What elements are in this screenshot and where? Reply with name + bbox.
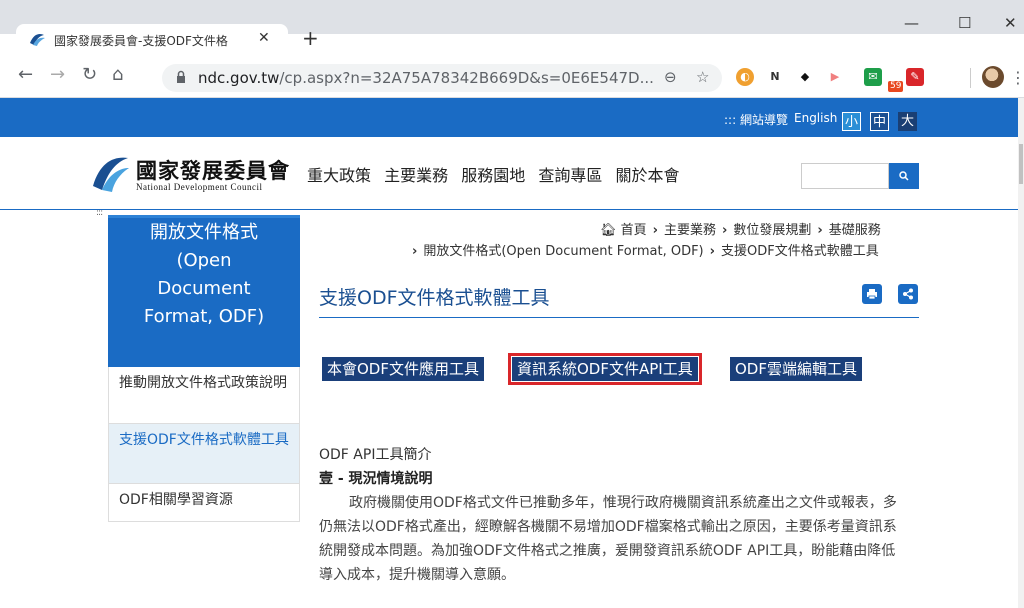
breadcrumb-current[interactable]: 支援ODF文件格式軟體工具: [721, 244, 879, 259]
sidebar-heading-line: Format, ODF): [143, 306, 265, 327]
logo-chinese-name[interactable]: 國家發展委員會: [136, 155, 290, 185]
sidebar-heading-line: Document: [157, 278, 251, 299]
print-button[interactable]: [862, 284, 882, 304]
sidebar-accesskey[interactable]: :::: [96, 208, 103, 218]
body-paragraph: 政府機關使用ODF格式文件已推動多年，惟現行政府機關資訊系統產出之文件或報表，多…: [319, 495, 897, 583]
home-icon: 🏠︎: [600, 223, 617, 238]
print-icon: [867, 289, 877, 300]
extension-badge: 59: [888, 81, 904, 92]
font-size-small-button[interactable]: 小: [842, 112, 861, 131]
extension-1-icon[interactable]: ◐: [736, 68, 754, 86]
breadcrumb-separator: ›: [817, 223, 823, 238]
nav-item-business[interactable]: 主要業務: [384, 166, 448, 185]
site-search-input[interactable]: [801, 163, 889, 189]
new-tab-icon[interactable]: +: [302, 26, 319, 50]
reload-icon[interactable]: ↻: [82, 64, 97, 85]
extension-6-icon[interactable]: ✎: [906, 68, 924, 86]
sidebar-heading: 開放文件格式 (Open Document Format, ODF): [108, 215, 300, 367]
section-title: ODF API工具簡介: [319, 447, 432, 463]
back-icon[interactable]: ←: [18, 64, 33, 85]
breadcrumb-line2: › 開放文件格式(Open Document Format, ODF) › 支援ODF…: [412, 240, 879, 259]
share-button[interactable]: [898, 284, 918, 304]
url-text[interactable]: ndc.gov.tw/cp.aspx?n=32A75A78342B669D&s=…: [198, 69, 654, 87]
breadcrumb-odf[interactable]: 開放文件格式(Open Document Format, ODF): [423, 244, 703, 259]
breadcrumb-separator: ›: [652, 223, 659, 238]
extension-5-icon[interactable]: ✉: [864, 68, 882, 86]
url-host: ndc.gov.tw: [198, 69, 280, 87]
breadcrumb-home[interactable]: 首頁: [621, 223, 647, 238]
font-size-medium-button[interactable]: 中: [870, 112, 889, 131]
home-icon[interactable]: ⌂: [112, 64, 123, 85]
window-close-icon[interactable]: ✕: [1004, 14, 1017, 32]
minimize-icon[interactable]: —: [904, 14, 919, 32]
sidebar-heading-line: (Open: [176, 250, 232, 271]
bookmark-star-icon[interactable]: ☆: [696, 68, 709, 86]
scrollbar-thumb[interactable]: [1019, 144, 1023, 184]
breadcrumb-separator: ›: [722, 223, 728, 238]
nav-item-policy[interactable]: 重大政策: [307, 166, 371, 185]
menu-kebab-icon[interactable]: ⋮: [1010, 68, 1024, 87]
ndc-favicon-icon: [30, 33, 45, 46]
search-icon: [899, 171, 909, 181]
page-title: 支援ODF文件格式軟體工具: [319, 287, 550, 309]
ndc-logo-icon[interactable]: [90, 152, 130, 194]
tab-title: 國家發展委員會-支援ODF文件格: [54, 34, 228, 48]
share-icon: [903, 288, 913, 300]
sidebar-item-learning[interactable]: ODF相關學習資源: [108, 484, 300, 522]
extension-7-icon[interactable]: [936, 68, 954, 86]
breadcrumb-basic[interactable]: 基礎服務: [829, 223, 881, 238]
main-navigation: 重大政策 主要業務 服務園地 查詢專區 關於本會: [307, 162, 687, 186]
nav-item-query[interactable]: 查詢專區: [538, 166, 602, 185]
forward-icon[interactable]: →: [50, 64, 65, 85]
english-link[interactable]: English: [794, 111, 837, 125]
sitemap-link[interactable]: ::: 網站導覽: [724, 111, 788, 128]
title-underline: [319, 317, 919, 318]
extension-2-icon[interactable]: N: [766, 68, 784, 86]
font-size-large-button[interactable]: 大: [898, 112, 917, 131]
top-utility-bar: [0, 98, 1018, 137]
breadcrumb: 🏠︎ 首頁 › 主要業務 › 數位發展規劃 › 基礎服務: [600, 219, 881, 238]
extension-4-icon[interactable]: ▶: [826, 68, 844, 86]
tab-odf-api-tools[interactable]: 資訊系統ODF文件API工具: [508, 353, 702, 385]
maximize-icon[interactable]: ☐: [958, 14, 971, 32]
section-subtitle: 壹 - 現況情境說明: [319, 471, 433, 487]
sidebar-heading-line: 開放文件格式: [150, 222, 258, 243]
sidebar-heading-accent: [108, 215, 300, 218]
header-divider: [0, 209, 1018, 210]
url-path: /cp.aspx?n=32A75A78342B669D&s=0E6E547D..…: [279, 69, 654, 87]
tab-ndc-odf-tools[interactable]: 本會ODF文件應用工具: [322, 357, 484, 381]
toolbar-separator: [970, 68, 971, 88]
logo-english-name: National Development Council: [136, 182, 263, 192]
nav-item-services[interactable]: 服務園地: [461, 166, 525, 185]
extension-3-icon[interactable]: ◆: [796, 68, 814, 86]
nav-item-about[interactable]: 關於本會: [615, 166, 679, 185]
sidebar-item-software-tools[interactable]: 支援ODF文件格式軟體工具: [108, 424, 300, 484]
tab-close-icon[interactable]: ✕: [258, 30, 270, 46]
breadcrumb-digital[interactable]: 數位發展規劃: [733, 223, 811, 238]
breadcrumb-separator: ›: [709, 244, 715, 259]
tab-odf-cloud-editor[interactable]: ODF雲端編輯工具: [730, 357, 862, 381]
sidebar-item-policy[interactable]: 推動開放文件格式政策說明: [108, 367, 300, 424]
lock-icon: [177, 70, 185, 83]
breadcrumb-separator: ›: [412, 244, 418, 259]
search-button[interactable]: [889, 163, 919, 189]
breadcrumb-business[interactable]: 主要業務: [664, 223, 716, 238]
profile-avatar[interactable]: [982, 66, 1004, 88]
zoom-icon[interactable]: ⊖: [664, 68, 677, 86]
